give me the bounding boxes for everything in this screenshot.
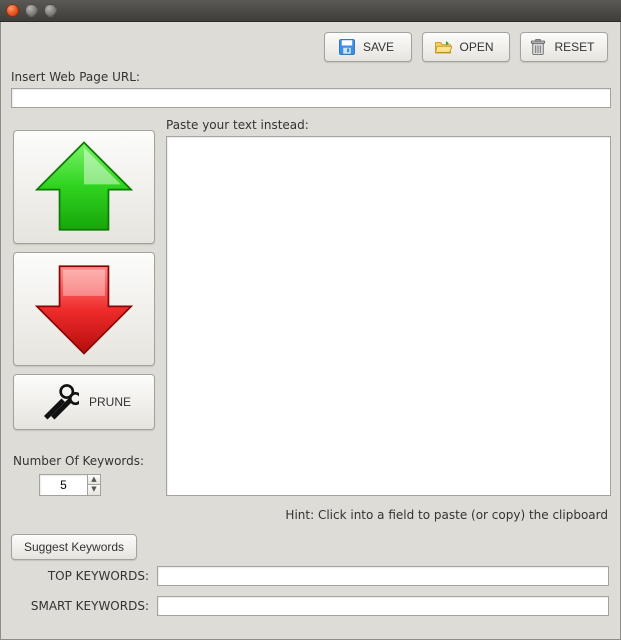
window-close-button[interactable]: [6, 4, 19, 17]
spinner-down-button[interactable]: ▼: [87, 485, 101, 496]
arrow-up-icon: [29, 139, 139, 235]
suggest-keywords-label: Suggest Keywords: [24, 540, 124, 554]
smart-keywords-label: SMART KEYWORDS:: [21, 599, 149, 613]
prune-button-label: PRUNE: [89, 395, 131, 409]
arrow-down-icon: [29, 261, 139, 357]
window-minimize-button[interactable]: [25, 4, 38, 17]
smart-keywords-row: SMART KEYWORDS:: [21, 596, 609, 616]
url-label: Insert Web Page URL:: [11, 70, 140, 84]
prune-button[interactable]: PRUNE: [13, 374, 155, 430]
open-button[interactable]: OPEN: [422, 32, 510, 62]
open-button-label: OPEN: [459, 40, 493, 54]
paste-label: Paste your text instead:: [166, 118, 309, 132]
folder-open-icon: [434, 38, 452, 56]
hint-text: Hint: Click into a field to paste (or co…: [255, 508, 608, 522]
down-arrow-button[interactable]: [13, 252, 155, 366]
reset-button[interactable]: RESET: [520, 32, 608, 62]
top-keywords-input[interactable]: [157, 566, 609, 586]
url-input[interactable]: [11, 88, 611, 108]
top-keywords-label: TOP KEYWORDS:: [21, 569, 149, 583]
spinner-up-button[interactable]: ▲: [87, 474, 101, 485]
window-maximize-button[interactable]: [44, 4, 57, 17]
floppy-icon: [338, 38, 356, 56]
smart-keywords-input[interactable]: [157, 596, 609, 616]
shears-icon: [37, 381, 79, 423]
num-keywords-label: Number Of Keywords:: [13, 454, 144, 468]
paste-textarea[interactable]: [166, 136, 611, 496]
window-titlebar: [0, 0, 621, 22]
top-keywords-row: TOP KEYWORDS:: [21, 566, 609, 586]
num-keywords-spinner[interactable]: ▲ ▼: [39, 474, 101, 496]
trash-icon: [529, 38, 547, 56]
up-arrow-button[interactable]: [13, 130, 155, 244]
suggest-keywords-button[interactable]: Suggest Keywords: [11, 534, 137, 560]
num-keywords-input[interactable]: [39, 474, 87, 496]
reset-button-label: RESET: [554, 40, 594, 54]
save-button[interactable]: SAVE: [324, 32, 412, 62]
app-window: SAVE OPEN RESET Insert Web Page URL:: [0, 22, 621, 640]
top-toolbar: SAVE OPEN RESET: [324, 32, 608, 62]
save-button-label: SAVE: [363, 40, 394, 54]
